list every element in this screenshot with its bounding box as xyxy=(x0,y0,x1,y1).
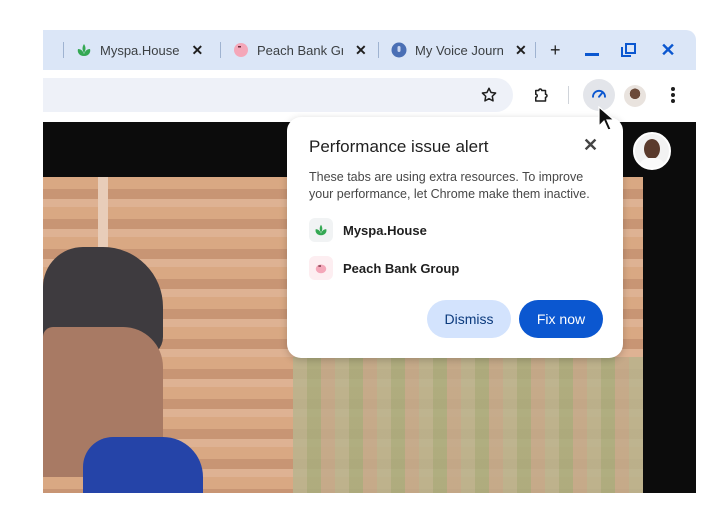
close-window-button[interactable]: ✕ xyxy=(661,40,676,61)
fix-now-button[interactable]: Fix now xyxy=(519,300,603,338)
close-tab-icon[interactable]: ✕ xyxy=(355,42,367,59)
new-tab-button[interactable]: + xyxy=(550,40,561,61)
tab-separator xyxy=(63,42,64,58)
performance-alert-dialog: Performance issue alert ✕ These tabs are… xyxy=(287,117,623,358)
address-bar[interactable] xyxy=(43,78,513,112)
leaf-icon xyxy=(309,218,333,242)
microphone-icon xyxy=(391,42,407,58)
dialog-description: These tabs are using extra resources. To… xyxy=(309,170,590,201)
speedometer-icon xyxy=(590,84,608,107)
piggy-bank-icon xyxy=(233,42,249,58)
puzzle-icon[interactable] xyxy=(529,83,553,107)
video-background-foliage xyxy=(293,357,643,493)
dialog-title: Performance issue alert xyxy=(309,137,489,156)
site-name: Myspa.House xyxy=(343,222,427,238)
participant-avatar-face xyxy=(644,139,660,159)
tab-title: Peach Bank Gr xyxy=(257,42,343,58)
minimize-button[interactable] xyxy=(584,52,599,56)
tab-separator xyxy=(535,42,536,58)
participant-avatar-shirt xyxy=(639,158,665,168)
profile-avatar[interactable] xyxy=(624,85,646,107)
close-tab-icon[interactable]: ✕ xyxy=(191,42,203,59)
site-item-myspa: Myspa.House xyxy=(309,217,427,243)
mouse-cursor-icon xyxy=(598,105,616,137)
close-icon[interactable]: ✕ xyxy=(583,135,598,156)
toolbar-separator xyxy=(568,86,569,104)
video-person-shirt xyxy=(83,437,203,493)
participant-avatar xyxy=(633,132,671,170)
close-tab-icon[interactable]: ✕ xyxy=(515,42,527,59)
tab-separator xyxy=(220,42,221,58)
tab-strip: Myspa.House ✕ Peach Bank Gr ✕ My Voice J… xyxy=(43,30,696,70)
tab-title: Myspa.House xyxy=(100,42,180,58)
more-vert-icon[interactable] xyxy=(661,83,685,107)
site-name: Peach Bank Group xyxy=(343,260,460,276)
tab-voice-journal[interactable]: My Voice Journ ✕ xyxy=(378,30,528,70)
restore-icon-back xyxy=(624,43,636,54)
leaf-icon xyxy=(76,42,92,58)
site-item-peach-bank: Peach Bank Group xyxy=(309,255,459,281)
star-icon[interactable] xyxy=(477,83,501,107)
dismiss-button[interactable]: Dismiss xyxy=(427,300,511,338)
restore-button[interactable] xyxy=(620,43,636,57)
video-background-post xyxy=(98,177,108,247)
piggy-bank-icon xyxy=(309,256,333,280)
tab-peach-bank[interactable]: Peach Bank Gr ✕ xyxy=(220,30,370,70)
tab-myspa[interactable]: Myspa.House ✕ xyxy=(63,30,223,70)
tab-title: My Voice Journ xyxy=(415,42,503,58)
tab-separator xyxy=(378,42,379,58)
window-controls: + ✕ xyxy=(535,30,676,70)
